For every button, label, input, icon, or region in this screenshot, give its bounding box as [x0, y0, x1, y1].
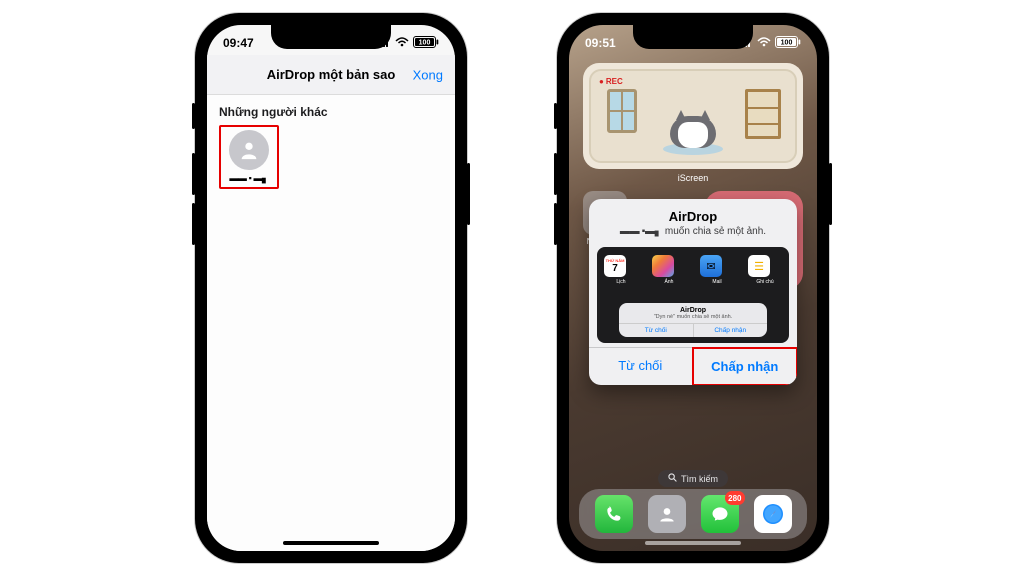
status-time: 09:47	[223, 36, 254, 50]
popup-title: AirDrop	[601, 209, 785, 224]
messages-badge: 280	[725, 491, 744, 505]
popup-sender: ▬▬ ▪▬▖	[620, 226, 662, 237]
shelf-icon	[745, 89, 781, 139]
rec-indicator: REC	[599, 77, 623, 86]
airdrop-preview-screenshot: THỨ NĂM 7 Lịch Ảnh ✉︎ Mail ☰	[597, 247, 789, 343]
screen-left: 09:47 100 AirDrop một bản sao Xong Những…	[207, 25, 455, 551]
safari-app-icon[interactable]	[754, 495, 792, 533]
decline-button[interactable]: Từ chối	[589, 348, 693, 385]
accept-button-highlighted[interactable]: Chấp nhận	[692, 347, 798, 385]
battery-icon: 100	[413, 36, 439, 51]
spotlight-search-pill[interactable]: Tìm kiếm	[658, 470, 728, 487]
battery-icon: 100	[775, 36, 801, 51]
person-silhouette-icon	[229, 130, 269, 170]
screen-right: 09:51 100 REC	[569, 25, 817, 551]
section-other-people: Những người khác	[219, 105, 443, 119]
airdrop-sheet-header: AirDrop một bản sao Xong	[207, 55, 455, 95]
phone-left: 09:47 100 AirDrop một bản sao Xong Những…	[195, 13, 467, 563]
search-icon	[668, 473, 677, 484]
contacts-app-icon[interactable]	[648, 495, 686, 533]
sheet-title: AirDrop một bản sao	[267, 67, 396, 82]
iscreen-widget[interactable]: REC	[583, 63, 803, 169]
home-indicator[interactable]	[283, 541, 379, 545]
dock: 280	[579, 489, 807, 539]
inner-popup: AirDrop "Dyn nè" muốn chia sẻ một ảnh. T…	[619, 303, 767, 337]
contact-name: ▬▬ ▪ ▬▖	[224, 173, 274, 184]
messages-app-icon[interactable]: 280	[701, 495, 739, 533]
airdrop-contact-highlighted[interactable]: ▬▬ ▪ ▬▖	[219, 125, 279, 189]
popup-message: ▬▬ ▪▬▖ muốn chia sẻ một ảnh.	[601, 226, 785, 237]
search-label: Tìm kiếm	[681, 474, 718, 484]
widget-caption: iScreen	[569, 173, 817, 183]
wifi-icon	[757, 36, 771, 50]
wifi-icon	[395, 36, 409, 50]
phone-app-icon[interactable]	[595, 495, 633, 533]
home-indicator[interactable]	[645, 541, 741, 545]
done-button[interactable]: Xong	[413, 67, 443, 82]
svg-text:100: 100	[781, 39, 793, 46]
window-icon	[607, 89, 637, 133]
svg-text:100: 100	[419, 39, 431, 46]
airdrop-popup: AirDrop ▬▬ ▪▬▖ muốn chia sẻ một ảnh. THỨ…	[589, 199, 797, 385]
phone-right: 09:51 100 REC	[557, 13, 829, 563]
status-time: 09:51	[585, 36, 616, 50]
cat-illustration	[670, 116, 716, 148]
